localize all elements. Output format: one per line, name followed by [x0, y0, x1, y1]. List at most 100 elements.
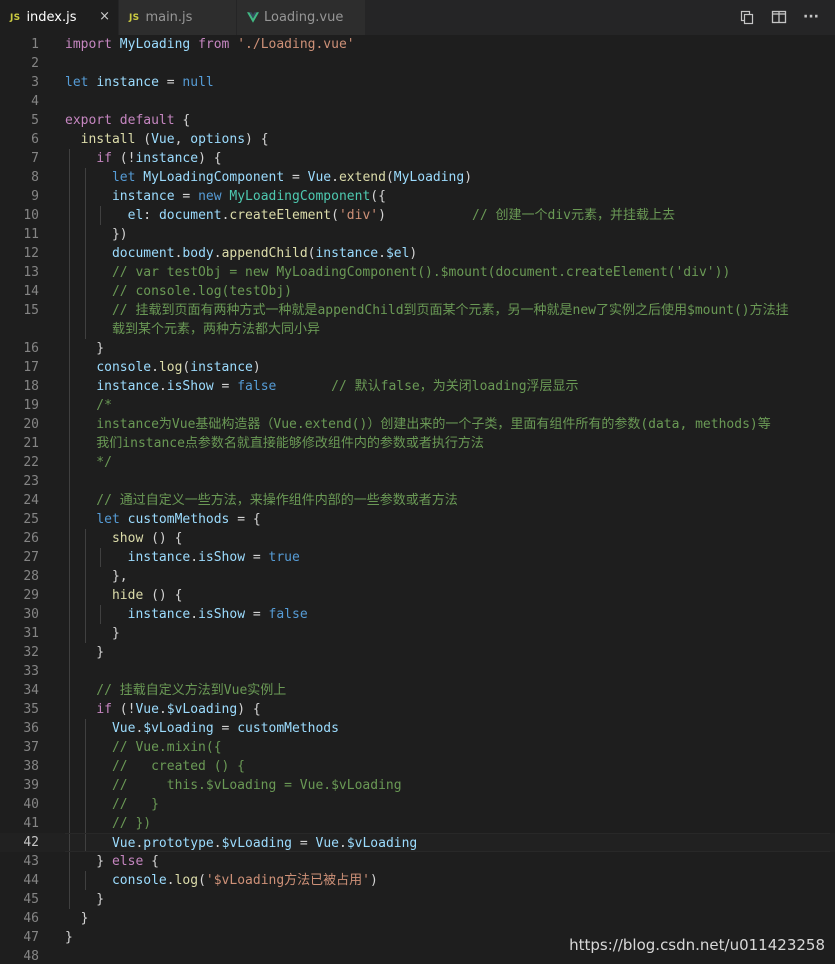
code-token: .: [151, 360, 159, 375]
code-line[interactable]: 32 }: [0, 643, 835, 662]
code-token: =: [213, 721, 238, 736]
code-token: instance: [127, 607, 191, 622]
code-line[interactable]: 40 // }: [0, 795, 835, 814]
code-line[interactable]: 33: [0, 662, 835, 681]
code-text: }: [65, 909, 830, 928]
code-text: if (!instance) {: [65, 149, 830, 168]
code-line[interactable]: 5 export default {: [0, 111, 835, 130]
code-line[interactable]: 载到某个元素，两种方法都大同小异: [0, 320, 835, 339]
code-line[interactable]: 8 let MyLoadingComponent = Vue.extend(My…: [0, 168, 835, 187]
line-number: 20: [23, 417, 39, 432]
code-line[interactable]: 13 // var testObj = new MyLoadingCompone…: [0, 263, 835, 282]
code-line[interactable]: 46 }: [0, 909, 835, 928]
line-number: 3: [31, 75, 39, 90]
code-line[interactable]: 18 instance.isShow = false // 默认false，为关…: [0, 377, 835, 396]
code-line[interactable]: 29 hide () {: [0, 586, 835, 605]
code-token: .: [158, 379, 167, 394]
more-actions-icon[interactable]: ···: [801, 8, 821, 26]
code-line[interactable]: 7 if (!instance) {: [0, 149, 835, 168]
code-line[interactable]: 15 // 挂载到页面有两种方式一种就是appendChild到页面某个元素，另…: [0, 301, 835, 320]
code-text: instance = new MyLoadingComponent({: [65, 187, 830, 206]
code-token: let: [96, 512, 120, 527]
code-line[interactable]: 12 document.body.appendChild(instance.$e…: [0, 244, 835, 263]
code-line[interactable]: 25 let customMethods = {: [0, 510, 835, 529]
code-token: install: [80, 132, 136, 147]
code-line[interactable]: 20 instance为Vue基础构造器（Vue.extend()）创建出来的一…: [0, 415, 835, 434]
code-line[interactable]: 37 // Vue.mixin({: [0, 738, 835, 757]
code-line[interactable]: 28 },: [0, 567, 835, 586]
code-line[interactable]: 24 // 通过自定义一些方法，来操作组件内部的一些参数或者方法: [0, 491, 835, 510]
code-token: // 挂载自定义方法到Vue实例上: [65, 683, 287, 698]
code-text: Vue.$vLoading = customMethods: [65, 719, 830, 738]
line-number: 40: [23, 797, 39, 812]
code-token: instance: [190, 360, 253, 375]
code-line[interactable]: 22 */: [0, 453, 835, 472]
code-text: Vue.prototype.$vLoading = Vue.$vLoading: [65, 833, 830, 852]
code-token: .: [378, 246, 386, 261]
code-line[interactable]: 26 show () {: [0, 529, 835, 548]
code-line[interactable]: 43 } else {: [0, 852, 835, 871]
code-line[interactable]: 23: [0, 472, 835, 491]
open-changes-icon[interactable]: [737, 8, 757, 26]
code-line[interactable]: 34 // 挂载自定义方法到Vue实例上: [0, 681, 835, 700]
code-token: Vue: [151, 132, 175, 147]
code-line[interactable]: 14 // console.log(testObj): [0, 282, 835, 301]
code-token: ): [378, 208, 386, 223]
code-line[interactable]: 44 console.log('$vLoading方法已被占用'): [0, 871, 835, 890]
code-token: .: [213, 246, 222, 261]
code-token: $vLoading: [221, 836, 293, 851]
tab-loading-vue[interactable]: Loading.vue: [237, 0, 365, 35]
code-line[interactable]: 11 }): [0, 225, 835, 244]
code-line[interactable]: 31 }: [0, 624, 835, 643]
code-token: log: [174, 873, 199, 888]
code-line[interactable]: 35 if (!Vue.$vLoading) {: [0, 700, 835, 719]
code-text: // }: [65, 795, 830, 814]
code-line[interactable]: 21 我们instance点参数名就直接能够修改组件内的参数或者执行方法: [0, 434, 835, 453]
code-line[interactable]: 41 // }): [0, 814, 835, 833]
code-line[interactable]: 36 Vue.$vLoading = customMethods: [0, 719, 835, 738]
code-line[interactable]: 42 Vue.prototype.$vLoading = Vue.$vLoadi…: [0, 833, 835, 852]
tab-main-js[interactable]: JS main.js: [119, 0, 236, 35]
code-token: =: [174, 189, 199, 204]
code-token: 'div': [338, 208, 379, 223]
tab-index-js[interactable]: JS index.js ×: [0, 0, 118, 35]
code-line[interactable]: 1 import MyLoading from './Loading.vue': [0, 35, 835, 54]
code-line[interactable]: 6 install (Vue, options) {: [0, 130, 835, 149]
code-token: extend: [338, 170, 386, 185]
code-token: appendChild: [221, 246, 308, 261]
code-token: isShow: [198, 607, 246, 622]
code-line[interactable]: 9 instance = new MyLoadingComponent({: [0, 187, 835, 206]
code-editor[interactable]: 1 import MyLoading from './Loading.vue' 2 3…: [0, 35, 835, 964]
code-text: let MyLoadingComponent = Vue.extend(MyLo…: [65, 168, 830, 187]
close-icon[interactable]: ×: [99, 9, 110, 25]
line-number: 30: [23, 607, 39, 622]
code-line[interactable]: 39 // this.$vLoading = Vue.$vLoading: [0, 776, 835, 795]
code-text: install (Vue, options) {: [65, 130, 830, 149]
code-line[interactable]: 16 }: [0, 339, 835, 358]
code-text: }: [65, 339, 830, 358]
code-line[interactable]: 2: [0, 54, 835, 73]
line-number: 12: [23, 246, 39, 261]
code-line[interactable]: 27 instance.isShow = true: [0, 548, 835, 567]
code-token: // console.log(testObj): [65, 284, 292, 299]
code-line[interactable]: 30 instance.isShow = false: [0, 605, 835, 624]
code-token: Vue: [307, 170, 332, 185]
code-line[interactable]: 45 }: [0, 890, 835, 909]
code-line[interactable]: 19 /*: [0, 396, 835, 415]
js-file-icon: JS: [129, 12, 140, 23]
code-line[interactable]: 38 // created () {: [0, 757, 835, 776]
code-line[interactable]: 17 console.log(instance): [0, 358, 835, 377]
code-token: }: [65, 930, 73, 945]
code-line[interactable]: 10 el: document.createElement('div') // …: [0, 206, 835, 225]
code-line[interactable]: 4: [0, 92, 835, 111]
watermark-url: https://blog.csdn.net/u011423258: [569, 936, 825, 954]
code-line[interactable]: 3 let instance = null: [0, 73, 835, 92]
code-token: hide: [111, 588, 144, 603]
code-token: (!: [111, 702, 136, 717]
split-editor-icon[interactable]: [769, 8, 789, 26]
